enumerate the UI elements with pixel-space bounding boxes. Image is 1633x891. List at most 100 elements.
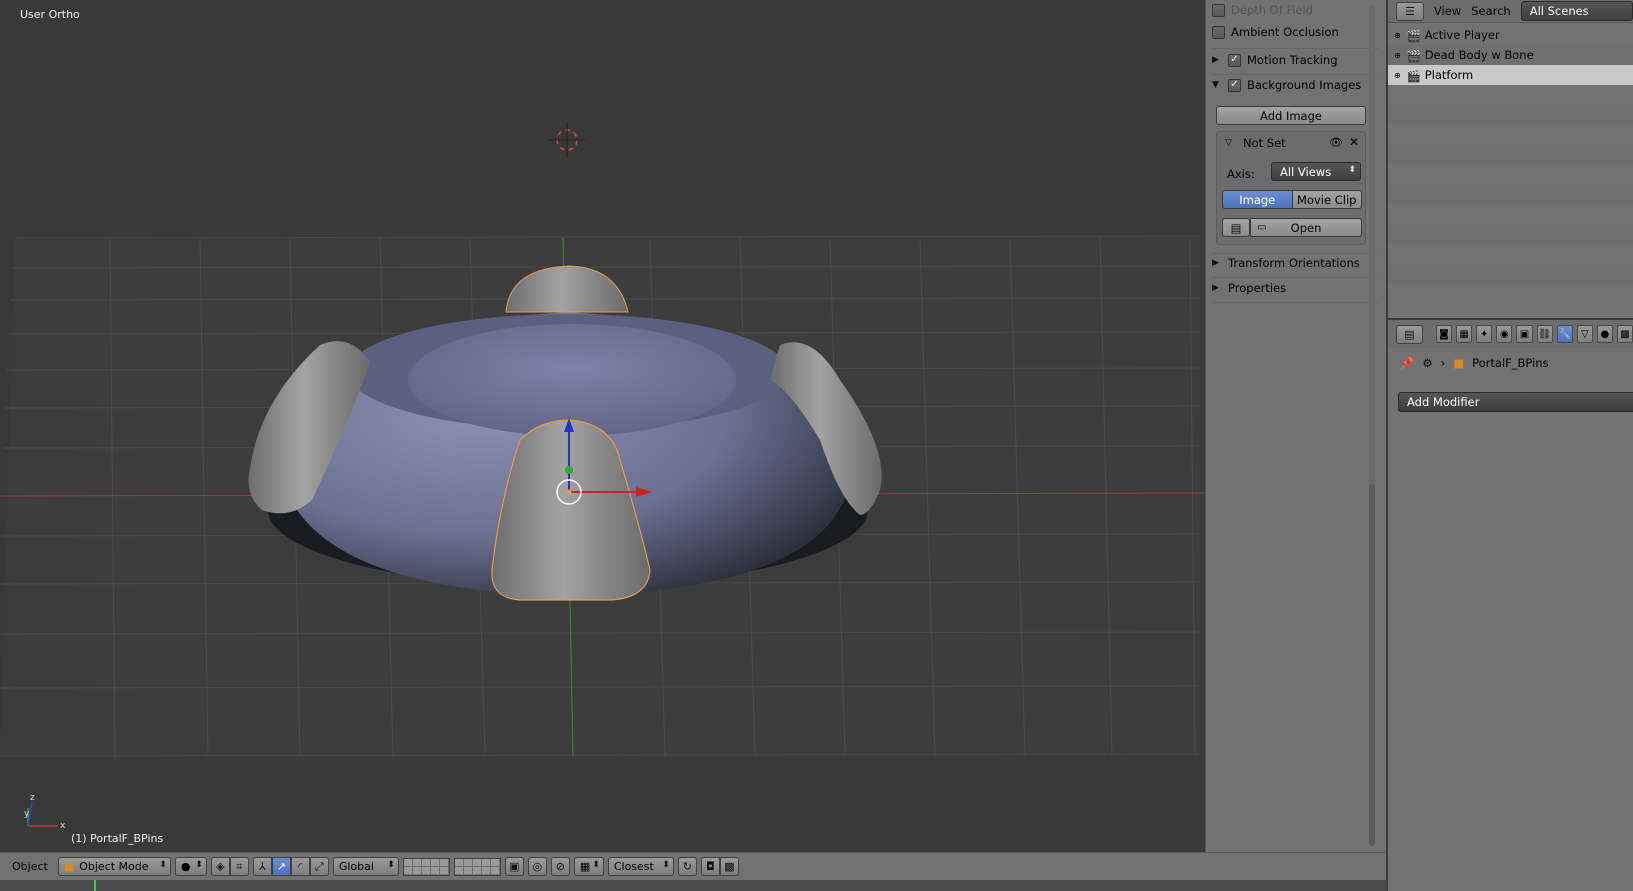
3d-view-header: Object ■ Object Mode ● ◈ ⌗ ⅄ ↗ ◜ ⤢ Globa… bbox=[0, 852, 1386, 880]
expand-icon[interactable]: ⊕ bbox=[1394, 31, 1401, 40]
movie-clip-source-button[interactable]: Movie Clip bbox=[1292, 190, 1362, 209]
motion-tracking-panel-header[interactable]: ▶ ✓ Motion Tracking bbox=[1212, 53, 1378, 67]
render-tab-icon[interactable]: ◙ bbox=[1435, 325, 1453, 343]
outliner-header: ☰ View Search All Scenes bbox=[1388, 0, 1633, 23]
outliner-item[interactable]: ⊕ 🎬 Dead Body w Bone bbox=[1388, 45, 1633, 65]
transform-orientations-panel-header[interactable]: ▶ Transform Orientations bbox=[1212, 256, 1378, 270]
texture-tab-icon[interactable]: ▩ bbox=[1616, 325, 1633, 343]
timeline-strip[interactable] bbox=[0, 880, 1386, 891]
outliner-empty-row bbox=[1388, 225, 1633, 245]
constraints-tab-icon[interactable]: ⛓ bbox=[1536, 325, 1553, 343]
object-icon: ■ bbox=[1453, 356, 1465, 370]
outliner-empty-row bbox=[1388, 265, 1633, 285]
cube-icon: ■ bbox=[63, 860, 75, 873]
snap-element-dropdown[interactable]: ▦ bbox=[573, 857, 604, 876]
world-tab-icon[interactable]: ◉ bbox=[1496, 325, 1513, 343]
ambient-occlusion-checkbox[interactable] bbox=[1212, 25, 1225, 39]
data-tab-icon[interactable]: ▽ bbox=[1576, 325, 1593, 343]
background-images-panel-header[interactable]: ▼ ✓ Background Images bbox=[1212, 78, 1378, 92]
3d-cursor[interactable] bbox=[549, 122, 585, 158]
depth-of-field-label: Depth Of Field bbox=[1231, 3, 1313, 17]
current-frame-marker[interactable] bbox=[94, 880, 96, 891]
object-menu[interactable]: Object bbox=[6, 860, 54, 873]
scene-tab-icon[interactable]: ✦ bbox=[1476, 325, 1493, 343]
modifiers-tab-icon[interactable]: 🔧 bbox=[1556, 325, 1573, 343]
properties-panel-header[interactable]: ▶ Properties bbox=[1212, 281, 1378, 295]
snap-target-dropdown[interactable]: Closest bbox=[607, 857, 674, 876]
viewport-shading-dropdown[interactable]: ● bbox=[174, 857, 207, 876]
snap-toggle-icon[interactable]: ⊘ bbox=[550, 857, 570, 876]
render-layers-tab-icon[interactable]: ▦ bbox=[1456, 325, 1473, 343]
open-label: Open bbox=[1290, 220, 1322, 235]
expand-arrow-icon[interactable]: ▶ bbox=[1212, 258, 1222, 268]
depth-of-field-checkbox[interactable] bbox=[1212, 3, 1225, 17]
translate-manipulator-icon[interactable]: ↗ bbox=[271, 857, 291, 876]
scene-layers[interactable] bbox=[402, 857, 450, 876]
align-rotation-icon[interactable]: ↻ bbox=[677, 857, 697, 876]
opengl-animation-icon[interactable]: ▩ bbox=[719, 857, 739, 876]
object-tab-icon[interactable]: ▣ bbox=[1516, 325, 1533, 343]
display-mode-dropdown[interactable]: All Scenes bbox=[1520, 1, 1633, 21]
background-image-item: ▽ Not Set 👁 ✕ Axis: All Views Image Movi… bbox=[1216, 131, 1366, 245]
expand-arrow-icon[interactable]: ▶ bbox=[1212, 283, 1222, 293]
viewport-properties-panel: Depth Of Field Ambient Occlusion ▶ ✓ Mot… bbox=[1205, 0, 1386, 852]
properties-header: ▤ ◙ ▦ ✦ ◉ ▣ ⛓ 🔧 ▽ ● ▩ bbox=[1388, 320, 1633, 348]
rotate-manipulator-icon[interactable]: ◜ bbox=[290, 857, 310, 876]
material-tab-icon[interactable]: ● bbox=[1596, 325, 1613, 343]
collapse-arrow-icon[interactable]: ▼ bbox=[1212, 80, 1222, 90]
pivot-point-icon[interactable]: ◈ bbox=[210, 857, 230, 876]
active-object-label: (1) PortalF_BPins bbox=[71, 832, 164, 845]
transform-manipulator-icon[interactable]: ⅄ bbox=[252, 857, 272, 876]
interaction-mode-label: Object Mode bbox=[79, 860, 149, 873]
search-menu[interactable]: Search bbox=[1471, 4, 1511, 18]
opengl-render-icon[interactable]: ◘ bbox=[700, 857, 720, 876]
add-image-button[interactable]: Add Image bbox=[1216, 106, 1366, 125]
outliner-item[interactable]: ⊕ 🎬 Platform bbox=[1388, 65, 1633, 85]
snap-element-icon: ▦ bbox=[579, 860, 591, 873]
scale-manipulator-icon[interactable]: ⤢ bbox=[309, 857, 329, 876]
view-menu[interactable]: View bbox=[1434, 4, 1461, 18]
axis-dropdown[interactable]: All Views bbox=[1271, 162, 1361, 181]
divider bbox=[1212, 48, 1378, 49]
ambient-occlusion-row[interactable]: Ambient Occlusion bbox=[1212, 25, 1378, 39]
outliner-empty-row bbox=[1388, 185, 1633, 205]
expand-arrow-icon[interactable]: ▶ bbox=[1212, 55, 1222, 65]
axis-label-z: z bbox=[30, 793, 35, 803]
outliner-empty-row bbox=[1388, 145, 1633, 165]
interaction-mode-dropdown[interactable]: ■ Object Mode bbox=[57, 857, 171, 876]
properties-editor: ▤ ◙ ▦ ✦ ◉ ▣ ⛓ 🔧 ▽ ● ▩ 📌 ⚙ › ■ PortalF_BP… bbox=[1386, 318, 1633, 891]
editor-type-icon[interactable]: ▤ bbox=[1396, 324, 1423, 344]
outliner-item[interactable]: ⊕ 🎬 Active Player bbox=[1388, 25, 1633, 45]
close-icon[interactable]: ✕ bbox=[1349, 135, 1359, 149]
transform-orientation-dropdown[interactable]: Global bbox=[332, 857, 399, 876]
axis-label: Axis: bbox=[1227, 167, 1255, 181]
manipulator-icon[interactable]: ⌗ bbox=[229, 857, 249, 876]
open-image-button[interactable]: ▭ Open bbox=[1250, 218, 1362, 237]
background-images-checkbox[interactable]: ✓ bbox=[1228, 78, 1241, 92]
outliner-item-label: Active Player bbox=[1424, 28, 1500, 42]
scene-icon: ⚙ bbox=[1422, 356, 1433, 370]
collapse-arrow-icon[interactable]: ▽ bbox=[1225, 138, 1235, 148]
manipulator-group: ⅄ ↗ ◜ ⤢ bbox=[252, 857, 329, 876]
viewport-scene[interactable]: x y z bbox=[0, 0, 1205, 852]
expand-icon[interactable]: ⊕ bbox=[1394, 71, 1401, 80]
pin-icon[interactable]: 📌 bbox=[1400, 356, 1414, 370]
axis-label-x: x bbox=[60, 821, 66, 831]
expand-icon[interactable]: ⊕ bbox=[1394, 51, 1401, 60]
proportional-editing-icon[interactable]: ◎ bbox=[527, 857, 547, 876]
axis-label-y: y bbox=[24, 809, 30, 819]
eye-icon[interactable]: 👁 bbox=[1329, 136, 1343, 149]
lock-layers-icon[interactable]: ▣ bbox=[504, 857, 524, 876]
motion-tracking-checkbox[interactable]: ✓ bbox=[1228, 53, 1241, 67]
chevron-right-icon: › bbox=[1440, 356, 1446, 370]
image-source-button[interactable]: Image bbox=[1222, 190, 1293, 209]
scene-layers[interactable] bbox=[453, 857, 501, 876]
add-modifier-dropdown[interactable]: Add Modifier bbox=[1398, 392, 1633, 412]
editor-type-icon[interactable]: ☰ bbox=[1396, 1, 1424, 21]
depth-of-field-row[interactable]: Depth Of Field bbox=[1212, 3, 1378, 17]
outliner-empty-row bbox=[1388, 105, 1633, 125]
3d-viewport[interactable]: x y z User Ortho (1) PortalF_BPins bbox=[0, 0, 1205, 852]
image-browse-icon[interactable]: ▤ bbox=[1222, 218, 1250, 237]
scrollbar-thumb[interactable] bbox=[1369, 484, 1375, 846]
transform-orientations-label: Transform Orientations bbox=[1228, 256, 1360, 270]
